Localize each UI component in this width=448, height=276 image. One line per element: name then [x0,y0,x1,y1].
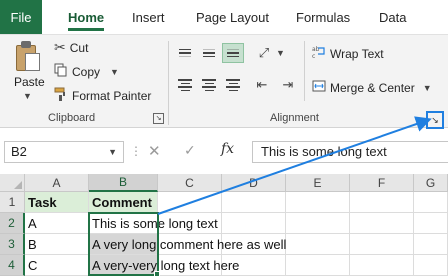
chevron-down-icon: ▼ [23,91,32,101]
row-header-2[interactable]: 2 [0,213,25,234]
align-center-button[interactable] [198,75,220,95]
wrap-text-icon: ab c [312,45,326,62]
svg-text:c: c [312,53,315,59]
cancel-icon[interactable]: ✕ [148,142,161,160]
cell-b2-text: This is some long text [92,216,218,231]
tab-data[interactable]: Data [379,0,406,34]
column-header-e[interactable]: E [286,174,350,192]
tab-insert[interactable]: Insert [132,0,165,34]
cut-button[interactable]: ✂ Cut [54,39,88,56]
align-left-button[interactable] [174,75,196,95]
select-all-button[interactable] [0,174,25,192]
chevron-down-icon[interactable]: ▼ [110,67,119,77]
cell-f4[interactable] [350,255,414,276]
cell-a3[interactable]: B [25,234,89,255]
merge-center-button[interactable]: Merge & Center ▼ [312,79,432,96]
paste-label: Paste [14,75,45,89]
column-header-f[interactable]: F [350,174,414,192]
cell-e4[interactable] [286,255,350,276]
top-align-button[interactable] [174,43,196,63]
cell-b3-text: A very long comment here as well [92,237,287,252]
row-header-3[interactable]: 3 [0,234,25,255]
cell-d1[interactable] [222,192,286,213]
increase-indent-icon[interactable]: ⇥ [276,75,300,95]
align-right-button[interactable] [222,75,244,95]
copy-icon [54,63,68,80]
fill-handle[interactable] [154,271,160,276]
tab-file[interactable]: File [0,0,42,34]
cell-f1[interactable] [350,192,414,213]
column-header-b[interactable]: B [89,174,158,192]
column-header-c[interactable]: C [158,174,222,192]
copy-button[interactable]: Copy ▼ [54,63,119,80]
row-header-4[interactable]: 4 [0,255,25,276]
group-divider [168,41,169,125]
column-header-a[interactable]: A [25,174,89,192]
merge-center-label: Merge & Center [330,80,415,95]
cell-g1[interactable] [414,192,448,213]
cell-a4[interactable]: C [25,255,89,276]
cell-e2[interactable] [286,213,350,234]
enter-icon[interactable]: ✓ [184,142,196,159]
cell-b1[interactable]: Comment [89,192,158,213]
column-header-g[interactable]: G [414,174,448,192]
cell-e1[interactable] [286,192,350,213]
cell-a2[interactable]: A [25,213,89,234]
clipboard-dialog-launcher-icon[interactable]: ↘ [153,113,164,124]
tab-page-layout[interactable]: Page Layout [196,0,269,34]
svg-text:ab: ab [312,46,320,53]
merge-center-icon [312,79,326,96]
ribbon-home: Paste ▼ ✂ Cut Copy ▼ Format Painter Clip… [0,34,448,129]
alignment-dialog-launcher-icon[interactable]: ↘ [426,111,444,129]
tab-formulas[interactable]: Formulas [296,0,350,34]
chevron-down-icon[interactable]: ▼ [108,142,117,162]
wrap-text-label: Wrap Text [330,46,384,61]
cell-f3[interactable] [350,234,414,255]
format-painter-button[interactable]: Format Painter [54,87,151,104]
orientation-icon[interactable]: ⤢ [252,43,276,63]
cell-b4-text: A very-very long text here [92,258,240,273]
copy-label: Copy [72,64,101,79]
cell-e3[interactable] [286,234,350,255]
worksheet-grid: A B C D E F G 1 2 3 4 Task Comment A B C… [0,174,448,276]
middle-align-button[interactable] [198,43,220,63]
chevron-down-icon[interactable]: ▼ [423,83,432,93]
tab-home[interactable]: Home [68,0,105,34]
decrease-indent-icon[interactable]: ⇤ [250,75,274,95]
cell-g4[interactable] [414,255,448,276]
name-box[interactable]: B2 ▼ [4,141,124,163]
scissors-icon: ✂ [54,39,66,55]
name-box-value: B2 [11,144,27,159]
cell-a1[interactable]: Task [25,192,89,213]
format-painter-label: Format Painter [72,88,152,103]
wrap-text-button[interactable]: ab c Wrap Text [312,45,384,62]
cell-d2[interactable] [222,213,286,234]
paintbrush-icon [54,87,68,104]
clipboard-group-label: Clipboard [48,112,96,124]
cut-label: Cut [69,40,89,55]
cell-c1[interactable] [158,192,222,213]
insert-function-button[interactable]: fx [221,141,234,157]
bottom-align-button[interactable] [222,43,244,63]
ribbon-tab-bar: File Home Insert Page Layout Formulas Da… [0,0,448,34]
chevron-down-icon[interactable]: ▼ [276,48,285,58]
clipboard-paste-icon [12,41,42,73]
cell-g3[interactable] [414,234,448,255]
formula-bar: B2 ▼ ⋮ ✕ ✓ fx This is some long text [0,136,448,168]
alignment-group-label: Alignment [270,112,319,124]
group-divider [304,41,305,101]
cell-g2[interactable] [414,213,448,234]
formula-input[interactable]: This is some long text [252,141,448,163]
row-header-1[interactable]: 1 [0,192,25,213]
cell-f2[interactable] [350,213,414,234]
more-icon: ⋮ [130,144,142,158]
column-header-d[interactable]: D [222,174,286,192]
